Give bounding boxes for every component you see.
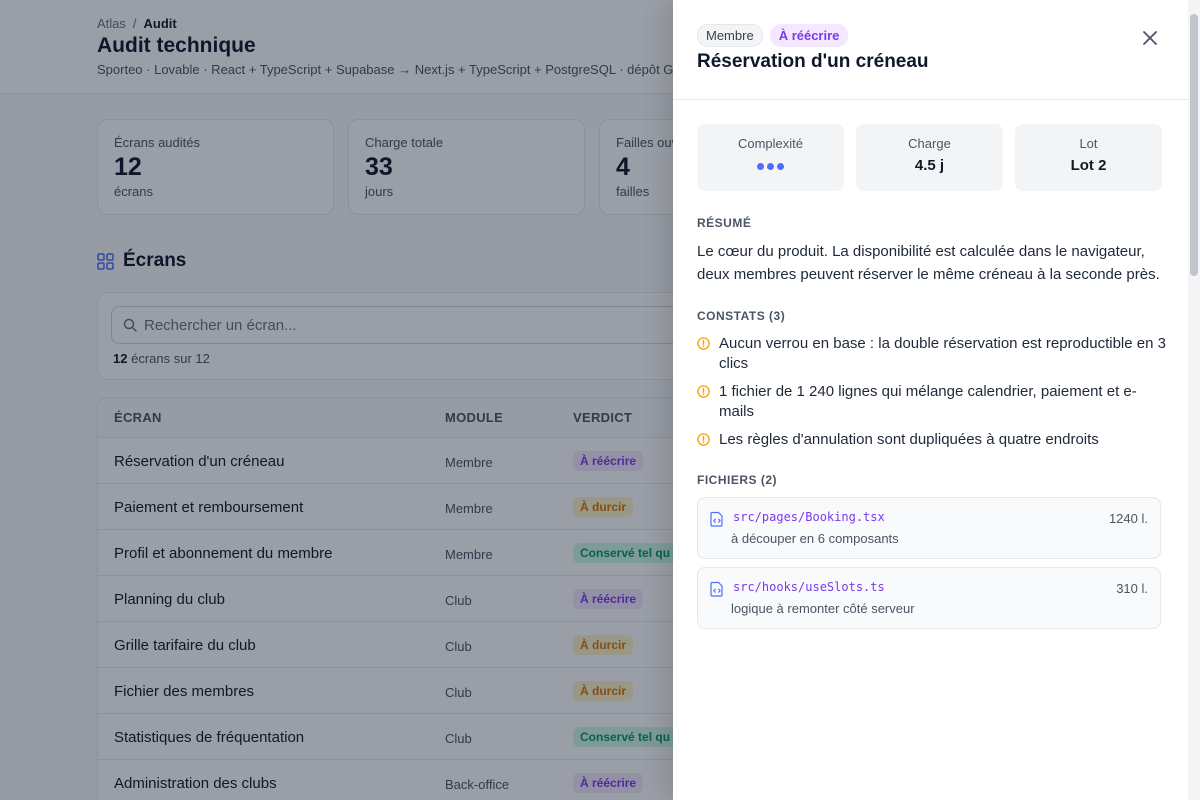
- kpi-label: Complexité: [737, 136, 804, 151]
- kpi-value: Lot 2: [1070, 157, 1107, 174]
- file-code-icon: [710, 581, 723, 597]
- file-path[interactable]: src/hooks/useSlots.ts: [733, 580, 885, 594]
- finding-item: Les règles d'annulation sont dupliquées …: [697, 430, 1167, 450]
- kpi-lot: Lot Lot 2: [1015, 124, 1162, 191]
- files-heading: FICHIERS (2): [697, 473, 778, 487]
- panel-tags: Membre À réécrire: [697, 24, 849, 47]
- kpi-label: Charge: [908, 136, 951, 151]
- file-note: à découper en 6 composants: [731, 531, 899, 546]
- verdict-tag: À réécrire: [769, 24, 849, 47]
- complexity-dot: [757, 163, 764, 170]
- kpi-row: Complexité Charge 4.5 j Lot Lot 2: [697, 124, 1162, 191]
- file-note: logique à remonter côté serveur: [731, 601, 915, 616]
- file-path[interactable]: src/pages/Booking.tsx: [733, 510, 885, 524]
- findings-heading: CONSTATS (3): [697, 309, 786, 323]
- kpi-value: 4.5 j: [914, 157, 945, 174]
- file-line-count: 310 l.: [1116, 581, 1148, 596]
- summary-heading: RÉSUMÉ: [697, 216, 752, 230]
- file-card[interactable]: src/hooks/useSlots.ts 310 l. logique à rem…: [697, 567, 1161, 629]
- finding-text: 1 fichier de 1 240 lignes qui mélange ca…: [719, 383, 1137, 420]
- finding-text: Aucun verrou en base : la double réserva…: [719, 335, 1166, 372]
- file-line-count: 1240 l.: [1108, 511, 1148, 526]
- finding-item: 1 fichier de 1 240 lignes qui mélange ca…: [697, 382, 1167, 422]
- file-card[interactable]: src/pages/Booking.tsx 1240 l. à découper e…: [697, 497, 1161, 559]
- finding-item: Aucun verrou en base : la double réserva…: [697, 334, 1167, 374]
- warning-icon: [697, 337, 710, 350]
- close-icon: [1143, 31, 1157, 45]
- module-tag: Membre: [697, 24, 763, 47]
- scrollbar-thumb[interactable]: [1190, 14, 1198, 276]
- panel-scrollbar[interactable]: [1188, 0, 1200, 800]
- kpi-charge: Charge 4.5 j: [856, 124, 1003, 191]
- complexity-dot: [777, 163, 784, 170]
- warning-icon: [697, 433, 710, 446]
- kpi-complexity: Complexité: [697, 124, 844, 191]
- kpi-label: Lot: [1079, 136, 1098, 151]
- file-code-icon: [710, 511, 723, 527]
- panel-title: Réservation d'un créneau: [697, 51, 929, 72]
- screen-detail-panel: Membre À réécrire Réservation d'un créne…: [673, 0, 1200, 800]
- panel-header: Membre À réécrire Réservation d'un créne…: [673, 0, 1188, 100]
- complexity-indicator: [697, 163, 844, 170]
- close-button[interactable]: [1139, 27, 1161, 49]
- complexity-dot: [767, 163, 774, 170]
- summary-text: Le cœur du produit. La disponibilité est…: [697, 243, 1160, 283]
- warning-icon: [697, 385, 710, 398]
- finding-text: Les règles d'annulation sont dupliquées …: [719, 431, 1099, 448]
